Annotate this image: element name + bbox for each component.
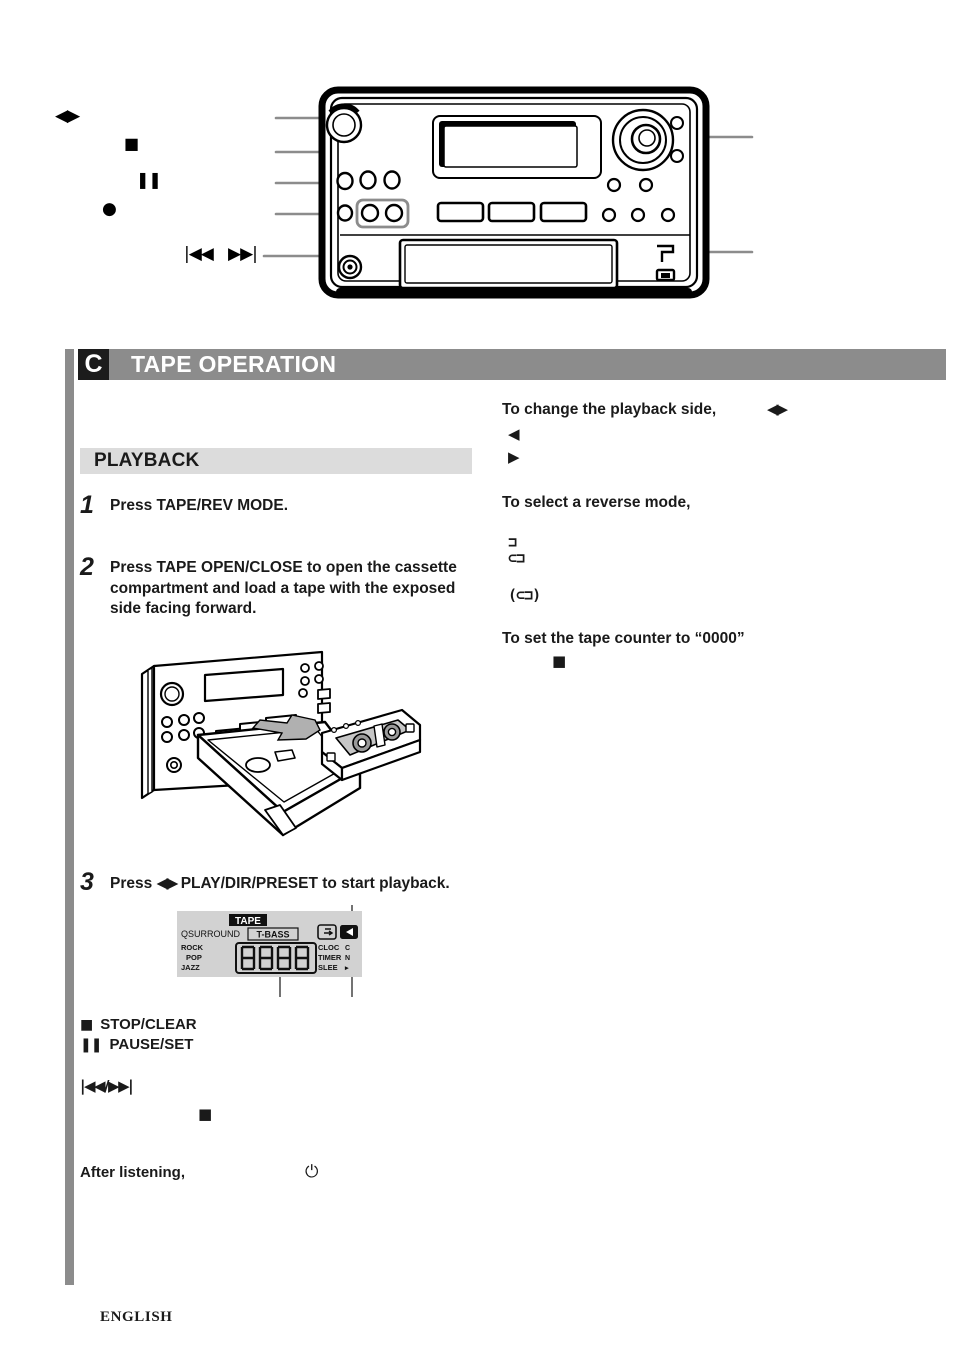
stop-icon: ■ (80, 1017, 93, 1034)
playback-side-forward-icon: ▶ (508, 447, 520, 466)
reverse-mode-heading: To select a reverse mode, (502, 493, 691, 511)
lcd-display-illustration: TAPE QSURROUND T-BASS ROCK POP JAZZ CLOC… (172, 905, 372, 1005)
playback-subsection-label: PLAYBACK (94, 450, 200, 471)
lcd-eq-pop: POP (186, 953, 202, 962)
change-playback-side-icon: ◀▶ (767, 400, 788, 418)
lcd-eq-rock: ROCK (181, 943, 204, 952)
reverse-mode-symbol-1: ⊐ (508, 532, 517, 551)
callout-skip-forward-icon: ▶▶| (228, 244, 258, 264)
lcd-tape-badge: TAPE (235, 916, 261, 927)
callout-stop-clear-icon: ■ (124, 134, 139, 153)
note-stop-clear-label: STOP/CLEAR (100, 1016, 197, 1034)
lcd-tbass-label: T-BASS (256, 930, 289, 940)
section-title: TAPE OPERATION (131, 351, 337, 377)
stop-icon-standalone: ■ (198, 1104, 212, 1123)
device-body (318, 86, 710, 299)
left-vertical-rule (65, 349, 74, 1285)
note-pause-set: ❚❚ PAUSE/SET (80, 1035, 480, 1055)
section-header-bar: C TAPE OPERATION (78, 349, 946, 380)
callout-record-icon: ● (102, 199, 117, 219)
note-pause-set-label: PAUSE/SET (109, 1036, 194, 1054)
lcd-qsurround-label: QSURROUND (181, 929, 241, 939)
tape-counter-heading: To set the tape counter to “0000” (502, 629, 745, 647)
left-content-column: PLAYBACK 1 Press TAPE/REV MODE. 2 Press … (80, 396, 480, 1183)
playback-notes: ■ STOP/CLEAR ❚❚ PAUSE/SET |◀◀/▶▶| ■ Afte… (80, 1015, 480, 1183)
step-3-text: Press ◀▶ PLAY/DIR/PRESET to start playba… (110, 869, 450, 895)
lcd-eq-jazz: JAZZ (181, 963, 200, 972)
note-after-listening: After listening, ⏻ (80, 1161, 480, 1183)
reverse-mode-symbol-3: (⊂⊐) (508, 585, 541, 604)
step-3: 3 Press ◀▶ PLAY/DIR/PRESET to start play… (80, 868, 480, 897)
playback-side-back-icon: ◀ (508, 425, 520, 444)
step-3-text-after: PLAY/DIR/PRESET to start playback. (176, 875, 450, 893)
cassette-loading-illustration (120, 640, 480, 845)
after-listening-label: After listening, (80, 1163, 186, 1181)
power-icon: ⏻ (305, 1161, 318, 1182)
footer-language: ENGLISH (100, 1309, 173, 1325)
step-1: 1 Press TAPE/REV MODE. (80, 491, 480, 519)
lcd-clock-indicator-edge: C (345, 945, 350, 952)
lcd-timer-indicator: TIMER (318, 953, 342, 962)
right-content-column: To change the playback side, ◀▶ ◀ ▶ To s… (502, 400, 942, 669)
step-2-text: Press TAPE OPEN/CLOSE to open the casset… (110, 559, 457, 618)
callout-pause-set-icon: ❚❚ (136, 170, 162, 189)
section-letter-badge: C (78, 349, 109, 380)
tape-counter-stop-icon: ■ (552, 651, 566, 670)
lcd-sleep-indicator: SLEE (318, 963, 338, 972)
reverse-mode-symbol-2: ⊂⊐ (508, 548, 525, 567)
skip-back-forward-icon: |◀◀/▶▶| (80, 1076, 134, 1095)
lcd-clock-indicator: CLOC (318, 943, 340, 952)
lcd-sleep-indicator-edge: ▸ (344, 965, 349, 972)
top-product-diagram: ◀▶ ■ ❚❚ ● |◀◀ ▶▶| (0, 0, 954, 330)
lcd-timer-indicator-edge: N (345, 955, 350, 962)
callout-play-dir-preset-icon: ◀▶ (55, 106, 80, 126)
step-3-play-dir-icon: ◀▶ (156, 874, 179, 893)
note-skip: |◀◀/▶▶| (80, 1077, 480, 1097)
playback-subsection-bar: PLAYBACK (80, 448, 472, 474)
change-playback-side-heading: To change the playback side, ◀▶ (502, 400, 942, 420)
note-stop-standalone: ■ (80, 1105, 480, 1125)
step-2-number: 2 (80, 553, 94, 582)
pause-icon: ❚❚ (80, 1037, 102, 1054)
callout-skip-back-icon: |◀◀ (184, 244, 214, 264)
step-2: 2 Press TAPE OPEN/CLOSE to open the cass… (80, 554, 480, 620)
step-3-number: 3 (80, 868, 94, 897)
step-1-text: Press TAPE/REV MODE. (110, 497, 289, 514)
note-stop-clear: ■ STOP/CLEAR (80, 1015, 480, 1035)
step-1-number: 1 (80, 491, 94, 519)
change-playback-side-label: To change the playback side, (502, 401, 717, 418)
step-3-text-before: Press (110, 875, 157, 893)
